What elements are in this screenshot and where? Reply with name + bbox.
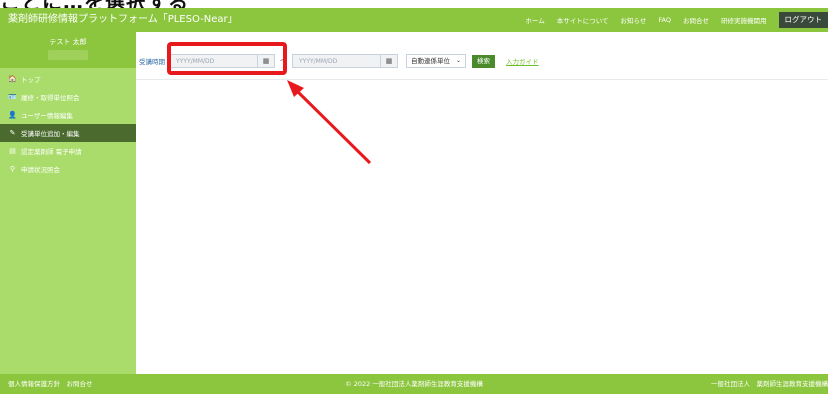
main-content: 受講時期 YYYY/MM/DD ▦ 〜 YYYY/MM/DD ▦ 自動連係単位 … <box>136 32 828 374</box>
header-bar: 薬剤師研修情報プラットフォーム「PLESO-Near」 ホーム 本サイトについて… <box>0 8 828 32</box>
date-to-field[interactable]: YYYY/MM/DD ▦ <box>292 54 398 68</box>
footer-copyright: © 2022 一般社団法人薬剤師生涯教育支援機構 <box>345 380 483 388</box>
document-icon: ▤ <box>9 147 16 155</box>
nav-institution[interactable]: 研修実施機関用 <box>721 15 767 25</box>
sidebar-item-label: 受講単位追加・編集 <box>21 130 80 138</box>
highlight-box <box>167 42 287 75</box>
period-label: 受講時期 <box>139 58 165 66</box>
sidebar-item-top[interactable]: 🏠 トップ <box>0 70 136 88</box>
nav-news[interactable]: お知らせ <box>621 15 647 25</box>
footer-org: 一般社団法人 薬剤師生涯教育支援機構 <box>711 380 828 388</box>
footer: 個人情報保護方針 お問合せ © 2022 一般社団法人薬剤師生涯教育支援機構 一… <box>0 374 828 394</box>
nav-home[interactable]: ホーム <box>525 15 544 25</box>
user-name: テスト 太郎 <box>49 38 87 46</box>
sidebar-item-label: 履修・取得単位照会 <box>21 94 80 102</box>
nav-faq[interactable]: FAQ <box>658 16 671 24</box>
sidebar-menu: 🏠 トップ 🪪 履修・取得単位照会 👤 ユーザー情報編集 ✎ 受講単位追加・編集… <box>0 70 136 178</box>
sidebar-item-label: トップ <box>21 76 41 84</box>
credit-type-select[interactable]: 自動連係単位 ⌄ <box>406 54 467 68</box>
user-detail-blurred <box>48 50 88 60</box>
search-icon: ⚲ <box>9 165 16 173</box>
sidebar-item-user-edit[interactable]: 👤 ユーザー情報編集 <box>0 106 136 124</box>
chevron-down-icon: ⌄ <box>456 57 462 64</box>
calendar-icon[interactable]: ▦ <box>380 55 397 67</box>
select-value: 自動連係単位 <box>411 57 450 65</box>
home-icon: 🏠 <box>8 75 17 83</box>
sidebar-item-label: 申請状況照会 <box>21 166 60 174</box>
user-icon: 👤 <box>8 111 17 119</box>
input-guide-link[interactable]: 入力ガイド <box>506 56 539 66</box>
search-button[interactable]: 検索 <box>472 54 496 68</box>
divider <box>136 79 828 80</box>
date-to-placeholder: YYYY/MM/DD <box>299 58 338 65</box>
sidebar-item-credit-history[interactable]: 🪪 履修・取得単位照会 <box>0 88 136 106</box>
edit-icon: ✎ <box>9 129 16 137</box>
nav-contact[interactable]: お問合せ <box>683 15 709 25</box>
top-nav: ホーム 本サイトについて お知らせ FAQ お問合せ 研修実施機関用 ログアウト <box>525 8 828 32</box>
sidebar-item-e-application[interactable]: ▤ 認定薬剤師 電子申請 <box>0 142 136 160</box>
sidebar-item-credit-edit[interactable]: ✎ 受講単位追加・編集 <box>0 124 136 142</box>
sidebar-item-label: 認定薬剤師 電子申請 <box>21 148 82 156</box>
user-panel: テスト 太郎 <box>0 32 136 68</box>
sidebar-item-application-status[interactable]: ⚲ 申請状況照会 <box>0 160 136 178</box>
site-brand[interactable]: 薬剤師研修情報プラットフォーム「PLESO-Near」 <box>8 8 238 32</box>
tutorial-caption: ことに…を選択する <box>0 0 828 8</box>
sidebar: テスト 太郎 🏠 トップ 🪪 履修・取得単位照会 👤 ユーザー情報編集 ✎ 受講… <box>0 32 136 374</box>
nav-about[interactable]: 本サイトについて <box>557 15 609 25</box>
logout-button[interactable]: ログアウト <box>778 12 828 28</box>
sidebar-item-label: ユーザー情報編集 <box>21 112 73 120</box>
id-card-icon: 🪪 <box>8 93 17 101</box>
